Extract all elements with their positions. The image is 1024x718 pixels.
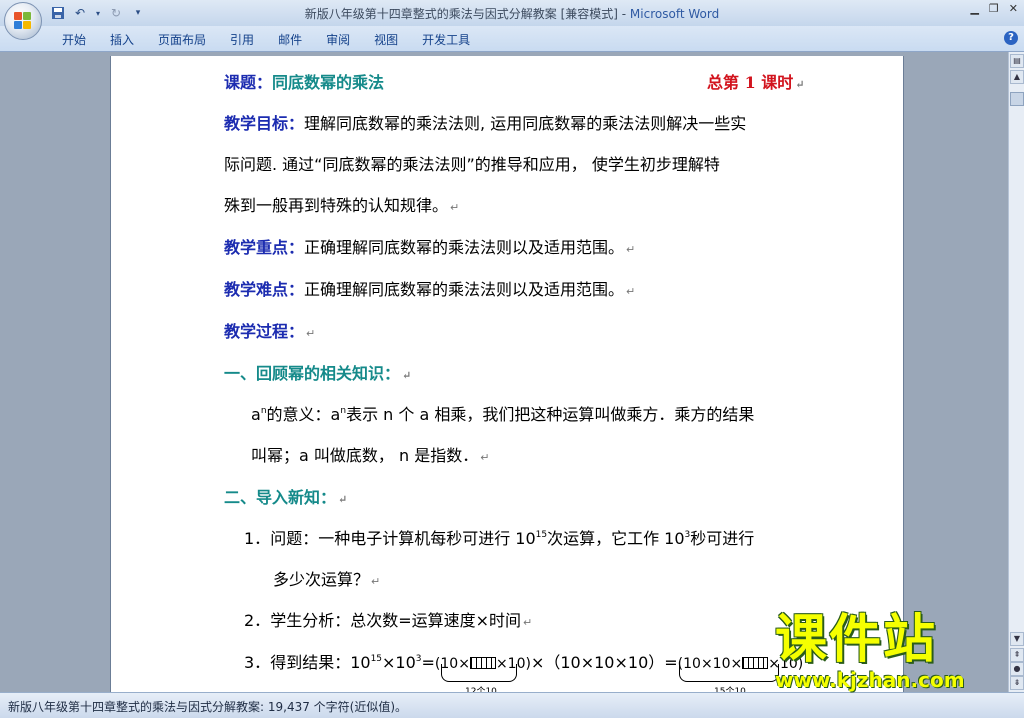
difficulty-text: 正确理解同底数幂的乘法法则以及适用范围。 <box>304 280 625 299</box>
paragraph-mark-icon: ↵ <box>626 243 636 256</box>
previous-page-icon[interactable]: ⇞ <box>1010 648 1024 662</box>
section-1-heading: 一、回顾幂的相关知识： ↵ <box>224 360 411 384</box>
brace-2-label: 15个10 <box>714 687 746 692</box>
focus-text: 正确理解同底数幂的乘法法则以及适用范围。 <box>304 238 625 257</box>
tab-view[interactable]: 视图 <box>362 31 410 48</box>
item-1-line-1: 1．问题：一种电子计算机每秒可进行 1015次运算，它工作 103秒可进行 <box>244 525 754 549</box>
goal-line-1: 教学目标：理解同底数幂的乘法法则, 运用同底数幂的乘法法则解决一些实 <box>224 110 746 134</box>
item-1-line-2: 多少次运算？ ↵ <box>273 566 380 590</box>
item-1-text-c: 秒可进行 <box>690 529 755 548</box>
tab-developer[interactable]: 开发工具 <box>410 31 482 48</box>
paragraph-mark-icon: ↵ <box>450 201 460 214</box>
difficulty-label: 教学难点： <box>224 280 305 299</box>
goal-text-1: 理解同底数幂的乘法法则, 运用同底数幂的乘法法则解决一些实 <box>304 114 747 133</box>
item-2-number: 2． <box>244 611 271 630</box>
focus-line: 教学重点：正确理解同底数幂的乘法法则以及适用范围。 ↵ <box>224 234 635 258</box>
brace-2 <box>679 664 779 682</box>
item-3-text-a: 得到结果：10 <box>270 653 371 672</box>
brace-1-label: 12个10 <box>465 687 497 692</box>
paragraph-mark-icon: ↵ <box>626 285 636 298</box>
lesson-count: 总第 1 课时 ↵ <box>707 69 805 93</box>
scroll-down-icon[interactable]: ▼ <box>1010 632 1024 646</box>
title-value: 同底数幂的乘法 <box>272 73 385 92</box>
process-line: 教学过程： ↵ <box>224 318 315 342</box>
ribbon-tabs: 开始 插入 页面布局 引用 邮件 审阅 视图 开发工具 <box>50 31 482 48</box>
tab-insert[interactable]: 插入 <box>98 31 146 48</box>
app-name: Microsoft Word <box>629 7 720 21</box>
tab-home[interactable]: 开始 <box>50 31 98 48</box>
restore-icon[interactable]: ❐ <box>989 2 999 15</box>
lesson-count-text: 总第 1 课时 <box>707 73 794 92</box>
tab-references[interactable]: 引用 <box>218 31 266 48</box>
close-icon[interactable]: ✕ <box>1009 2 1018 15</box>
ribbon: 开始 插入 页面布局 引用 邮件 审阅 视图 开发工具 ? <box>0 26 1024 52</box>
office-button[interactable] <box>4 2 42 40</box>
item-3-middle: ×（10×10×10）= <box>530 653 678 672</box>
item-3-text-c: = <box>421 653 435 672</box>
s1-text-1: 的意义：a <box>266 405 341 424</box>
s1-text-2: 表示 n 个 a 相乘，我们把这种运算叫做乘方．乘方的结果 <box>346 405 755 424</box>
ruler-toggle-icon[interactable]: ▤ <box>1010 54 1024 68</box>
s1-a: a <box>251 405 261 424</box>
item-1-number: 1． <box>244 529 271 548</box>
goal-label: 教学目标： <box>224 114 305 133</box>
window-controls: ▁ ❐ ✕ <box>970 2 1018 15</box>
item-3-exp-1: 15 <box>370 654 383 664</box>
goal-line-3: 殊到一般再到特殊的认知规律。 ↵ <box>224 192 459 216</box>
section-2-text: 二、导入新知： <box>224 488 337 507</box>
paragraph-mark-icon: ↵ <box>338 493 348 506</box>
status-text: 新版八年级第十四章整式的乘法与因式分解教案: 19,437 个字符(近似值)。 <box>8 700 408 714</box>
title-label: 课题： <box>224 73 273 92</box>
watermark: 课件站 www.kjzhan.com <box>775 612 965 692</box>
help-icon[interactable]: ? <box>1004 31 1018 45</box>
tab-mailings[interactable]: 邮件 <box>266 31 314 48</box>
item-3-text-b: ×10 <box>382 653 416 672</box>
document-page[interactable]: 课题：同底数幂的乘法 总第 1 课时 ↵ 教学目标：理解同底数幂的乘法法则, 运用… <box>110 56 904 692</box>
tab-review[interactable]: 审阅 <box>314 31 362 48</box>
paragraph-mark-icon: ↵ <box>480 451 490 464</box>
office-logo-icon <box>14 12 32 30</box>
section-1-line-2: 叫幂；a 叫做底数， n 是指数． ↵ <box>251 442 489 466</box>
difficulty-line: 教学难点：正确理解同底数幂的乘法法则以及适用范围。 ↵ <box>224 276 635 300</box>
item-1-text-b: 次运算，它工作 10 <box>547 529 685 548</box>
tab-page-layout[interactable]: 页面布局 <box>146 31 218 48</box>
goal-text-2: 际问题. 通过“同底数幂的乘法法则”的推导和应用， 使学生初步理解特 <box>224 155 720 174</box>
focus-label: 教学重点： <box>224 238 305 257</box>
scroll-up-icon[interactable]: ▲ <box>1010 70 1024 84</box>
paragraph-mark-icon: ↵ <box>795 78 805 91</box>
paragraph-mark-icon: ↵ <box>371 575 381 588</box>
section-1-line-1: an的意义：an表示 n 个 a 相乘，我们把这种运算叫做乘方．乘方的结果 <box>251 401 754 425</box>
brace-1 <box>441 664 517 682</box>
section-1-text: 一、回顾幂的相关知识： <box>224 364 401 383</box>
vertical-scrollbar[interactable]: ▤ ▲ ▼ ⇞ ● ⇟ <box>1008 52 1024 692</box>
watermark-url: www.kjzhan.com <box>775 668 965 692</box>
goal-text-3: 殊到一般再到特殊的认知规律。 <box>224 196 449 215</box>
item-1-text-a: 问题：一种电子计算机每秒可进行 10 <box>270 529 536 548</box>
minimize-icon[interactable]: ▁ <box>970 2 978 15</box>
paragraph-mark-icon: ↵ <box>306 327 316 340</box>
paragraph-mark-icon: ↵ <box>402 369 412 382</box>
watermark-logo-text: 课件站 <box>775 610 938 670</box>
item-1-text-d: 多少次运算？ <box>273 570 370 589</box>
item-2-line: 2．学生分析：总次数=运算速度×时间 ↵ <box>244 607 532 631</box>
process-label: 教学过程： <box>224 322 305 341</box>
browse-object-icon[interactable]: ● <box>1010 662 1024 676</box>
lesson-title: 课题：同底数幂的乘法 <box>224 69 384 93</box>
goal-line-2: 际问题. 通过“同底数幂的乘法法则”的推导和应用， 使学生初步理解特 <box>224 151 720 175</box>
s1-text-3: 叫幂；a 叫做底数， n 是指数． <box>251 446 479 465</box>
item-2-text: 学生分析：总次数=运算速度×时间 <box>270 611 522 630</box>
item-1-exp-1: 15 <box>535 530 548 540</box>
status-bar: 新版八年级第十四章整式的乘法与因式分解教案: 19,437 个字符(近似值)。 <box>0 692 1024 718</box>
next-page-icon[interactable]: ⇟ <box>1010 676 1024 690</box>
scroll-thumb[interactable] <box>1010 92 1024 106</box>
section-2-heading: 二、导入新知： ↵ <box>224 484 347 508</box>
document-workspace: 课题：同底数幂的乘法 总第 1 课时 ↵ 教学目标：理解同底数幂的乘法法则, 运用… <box>0 52 1008 692</box>
document-title: 新版八年级第十四章整式的乘法与因式分解教案 [兼容模式] - <box>304 7 630 21</box>
item-3-number: 3． <box>244 653 271 672</box>
paragraph-mark-icon: ↵ <box>523 616 533 629</box>
title-bar: ↶ ▾ ↻ ▾ 新版八年级第十四章整式的乘法与因式分解教案 [兼容模式] - M… <box>0 0 1024 26</box>
window-title: 新版八年级第十四章整式的乘法与因式分解教案 [兼容模式] - Microsoft… <box>0 5 1024 22</box>
